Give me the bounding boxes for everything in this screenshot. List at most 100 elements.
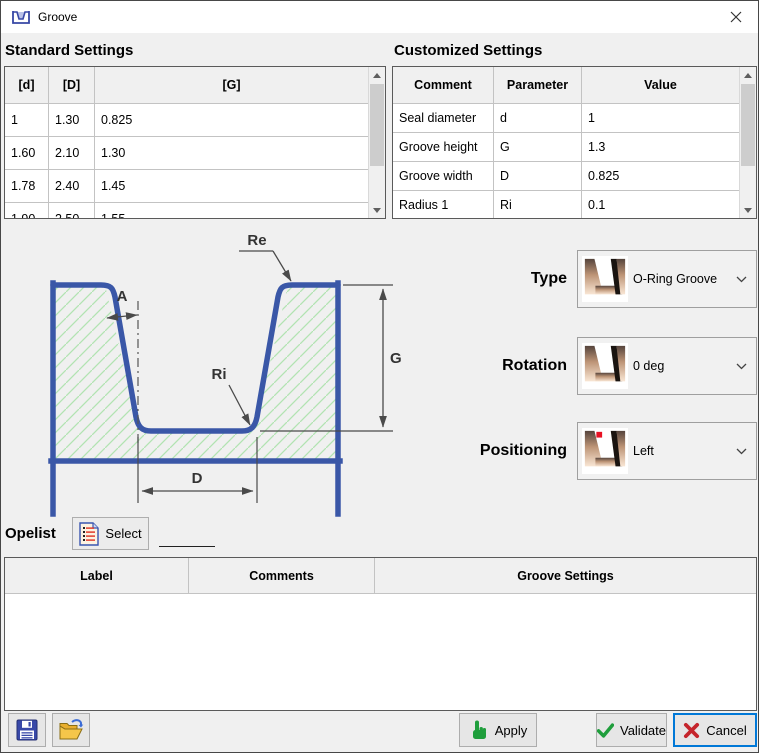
table-header-row: Label Comments Groove Settings xyxy=(5,558,756,594)
cell[interactable]: 1 xyxy=(5,104,49,137)
col-header-groove-settings: Groove Settings xyxy=(375,558,756,594)
x-cancel-icon xyxy=(683,722,700,739)
cell[interactable]: 1.45 xyxy=(95,170,368,203)
groove-cross-section-diagram: Re A Ri G D xyxy=(1,227,446,522)
cell[interactable]: 2.50 xyxy=(49,203,95,218)
validate-button[interactable]: Validate xyxy=(596,713,667,747)
table-header-row: Comment Parameter Value xyxy=(393,67,739,104)
cell[interactable]: D xyxy=(494,162,582,191)
groove-positioning-thumbnail-icon xyxy=(582,428,628,474)
cell[interactable]: Radius 1 xyxy=(393,191,494,218)
cell[interactable]: d xyxy=(494,104,582,133)
groove-type-thumbnail-icon xyxy=(582,256,628,302)
positioning-value: Left xyxy=(633,444,736,458)
cell[interactable]: 1.30 xyxy=(95,137,368,170)
groove-dialog: Groove Standard Settings Customized Sett… xyxy=(0,0,759,753)
cell[interactable]: 1.78 xyxy=(5,170,49,203)
opelist-table: Label Comments Groove Settings xyxy=(4,557,757,711)
cell[interactable]: 1.30 xyxy=(49,104,95,137)
scroll-up-icon[interactable] xyxy=(369,67,385,83)
list-document-icon xyxy=(79,522,99,546)
select-button[interactable]: Select xyxy=(72,517,149,550)
cell[interactable]: 1 xyxy=(582,104,739,133)
cancel-button[interactable]: Cancel xyxy=(673,713,757,747)
table-row[interactable]: 1.78 2.40 1.45 xyxy=(5,170,368,203)
cell[interactable]: 2.40 xyxy=(49,170,95,203)
close-icon xyxy=(730,11,742,23)
cell[interactable]: Groove width xyxy=(393,162,494,191)
label-G: G xyxy=(390,350,402,367)
chevron-down-icon xyxy=(736,363,747,370)
cell[interactable]: 2.10 xyxy=(49,137,95,170)
col-header-d: [d] xyxy=(5,67,49,104)
select-button-label: Select xyxy=(105,526,141,541)
col-header-comment: Comment xyxy=(393,67,494,104)
table-row[interactable]: Radius 1 Ri 0.1 xyxy=(393,191,739,218)
table-row[interactable]: Seal diameter d 1 xyxy=(393,104,739,133)
scroll-down-icon[interactable] xyxy=(369,202,385,218)
open-button[interactable] xyxy=(52,713,90,747)
cell[interactable]: 0.825 xyxy=(95,104,368,137)
type-value: O-Ring Groove xyxy=(633,272,736,286)
cell[interactable]: 1.60 xyxy=(5,137,49,170)
opelist-label: Opelist xyxy=(5,515,56,551)
open-folder-icon xyxy=(58,718,84,742)
label-Ri: Ri xyxy=(212,366,227,383)
chevron-down-icon xyxy=(736,448,747,455)
standard-settings-heading: Standard Settings xyxy=(5,42,133,59)
label-A: A xyxy=(117,288,128,305)
rotation-dropdown[interactable]: 0 deg xyxy=(577,337,757,395)
positioning-dropdown[interactable]: Left xyxy=(577,422,757,480)
validate-button-label: Validate xyxy=(620,723,666,738)
type-label: Type xyxy=(531,250,567,308)
customized-settings-table: Comment Parameter Value Seal diameter d … xyxy=(392,66,757,219)
cell[interactable]: 1.55 xyxy=(95,203,368,218)
label-Re: Re xyxy=(247,232,266,249)
groove-rotation-thumbnail-icon xyxy=(582,343,628,389)
table-row[interactable]: Groove width D 0.825 xyxy=(393,162,739,191)
scroll-up-icon[interactable] xyxy=(740,67,756,83)
opelist-underline xyxy=(159,546,215,547)
groove-app-icon xyxy=(11,8,31,26)
standard-settings-table: [d] [D] [G] 1 1.30 0.825 1.60 2.10 1.30 … xyxy=(4,66,386,219)
positioning-label: Positioning xyxy=(480,422,567,480)
check-icon xyxy=(597,722,614,739)
cancel-button-label: Cancel xyxy=(706,723,746,738)
save-button[interactable] xyxy=(8,713,46,747)
cell[interactable]: Groove height xyxy=(393,133,494,162)
save-floppy-icon xyxy=(15,718,39,742)
rotation-label: Rotation xyxy=(502,337,567,395)
type-dropdown[interactable]: O-Ring Groove xyxy=(577,250,757,308)
position-marker-dot xyxy=(596,432,602,438)
col-header-D: [D] xyxy=(49,67,95,104)
cell[interactable]: 1.3 xyxy=(582,133,739,162)
cell[interactable]: 1.90 xyxy=(5,203,49,218)
vertical-scrollbar[interactable] xyxy=(368,67,385,218)
table-row[interactable]: 1.60 2.10 1.30 xyxy=(5,137,368,170)
label-D: D xyxy=(192,470,203,487)
hand-pointer-icon xyxy=(469,719,489,741)
cell[interactable]: G xyxy=(494,133,582,162)
scrollbar-thumb[interactable] xyxy=(741,84,755,166)
close-button[interactable] xyxy=(713,1,758,32)
col-header-parameter: Parameter xyxy=(494,67,582,104)
table-row[interactable]: 1.90 2.50 1.55 xyxy=(5,203,368,218)
cell[interactable]: 0.825 xyxy=(582,162,739,191)
rotation-value: 0 deg xyxy=(633,359,736,373)
customized-settings-heading: Customized Settings xyxy=(394,42,542,59)
table-row[interactable]: Groove height G 1.3 xyxy=(393,133,739,162)
cell[interactable]: Seal diameter xyxy=(393,104,494,133)
chevron-down-icon xyxy=(736,276,747,283)
vertical-scrollbar[interactable] xyxy=(739,67,756,218)
window-title: Groove xyxy=(38,10,77,24)
cell[interactable]: 0.1 xyxy=(582,191,739,218)
table-row[interactable]: 1 1.30 0.825 xyxy=(5,104,368,137)
apply-button-label: Apply xyxy=(495,723,528,738)
apply-button[interactable]: Apply xyxy=(459,713,537,747)
scroll-down-icon[interactable] xyxy=(740,202,756,218)
col-header-G: [G] xyxy=(95,67,368,104)
title-bar: Groove xyxy=(1,1,758,33)
scrollbar-thumb[interactable] xyxy=(370,84,384,166)
cell[interactable]: Ri xyxy=(494,191,582,218)
col-header-value: Value xyxy=(582,67,739,104)
